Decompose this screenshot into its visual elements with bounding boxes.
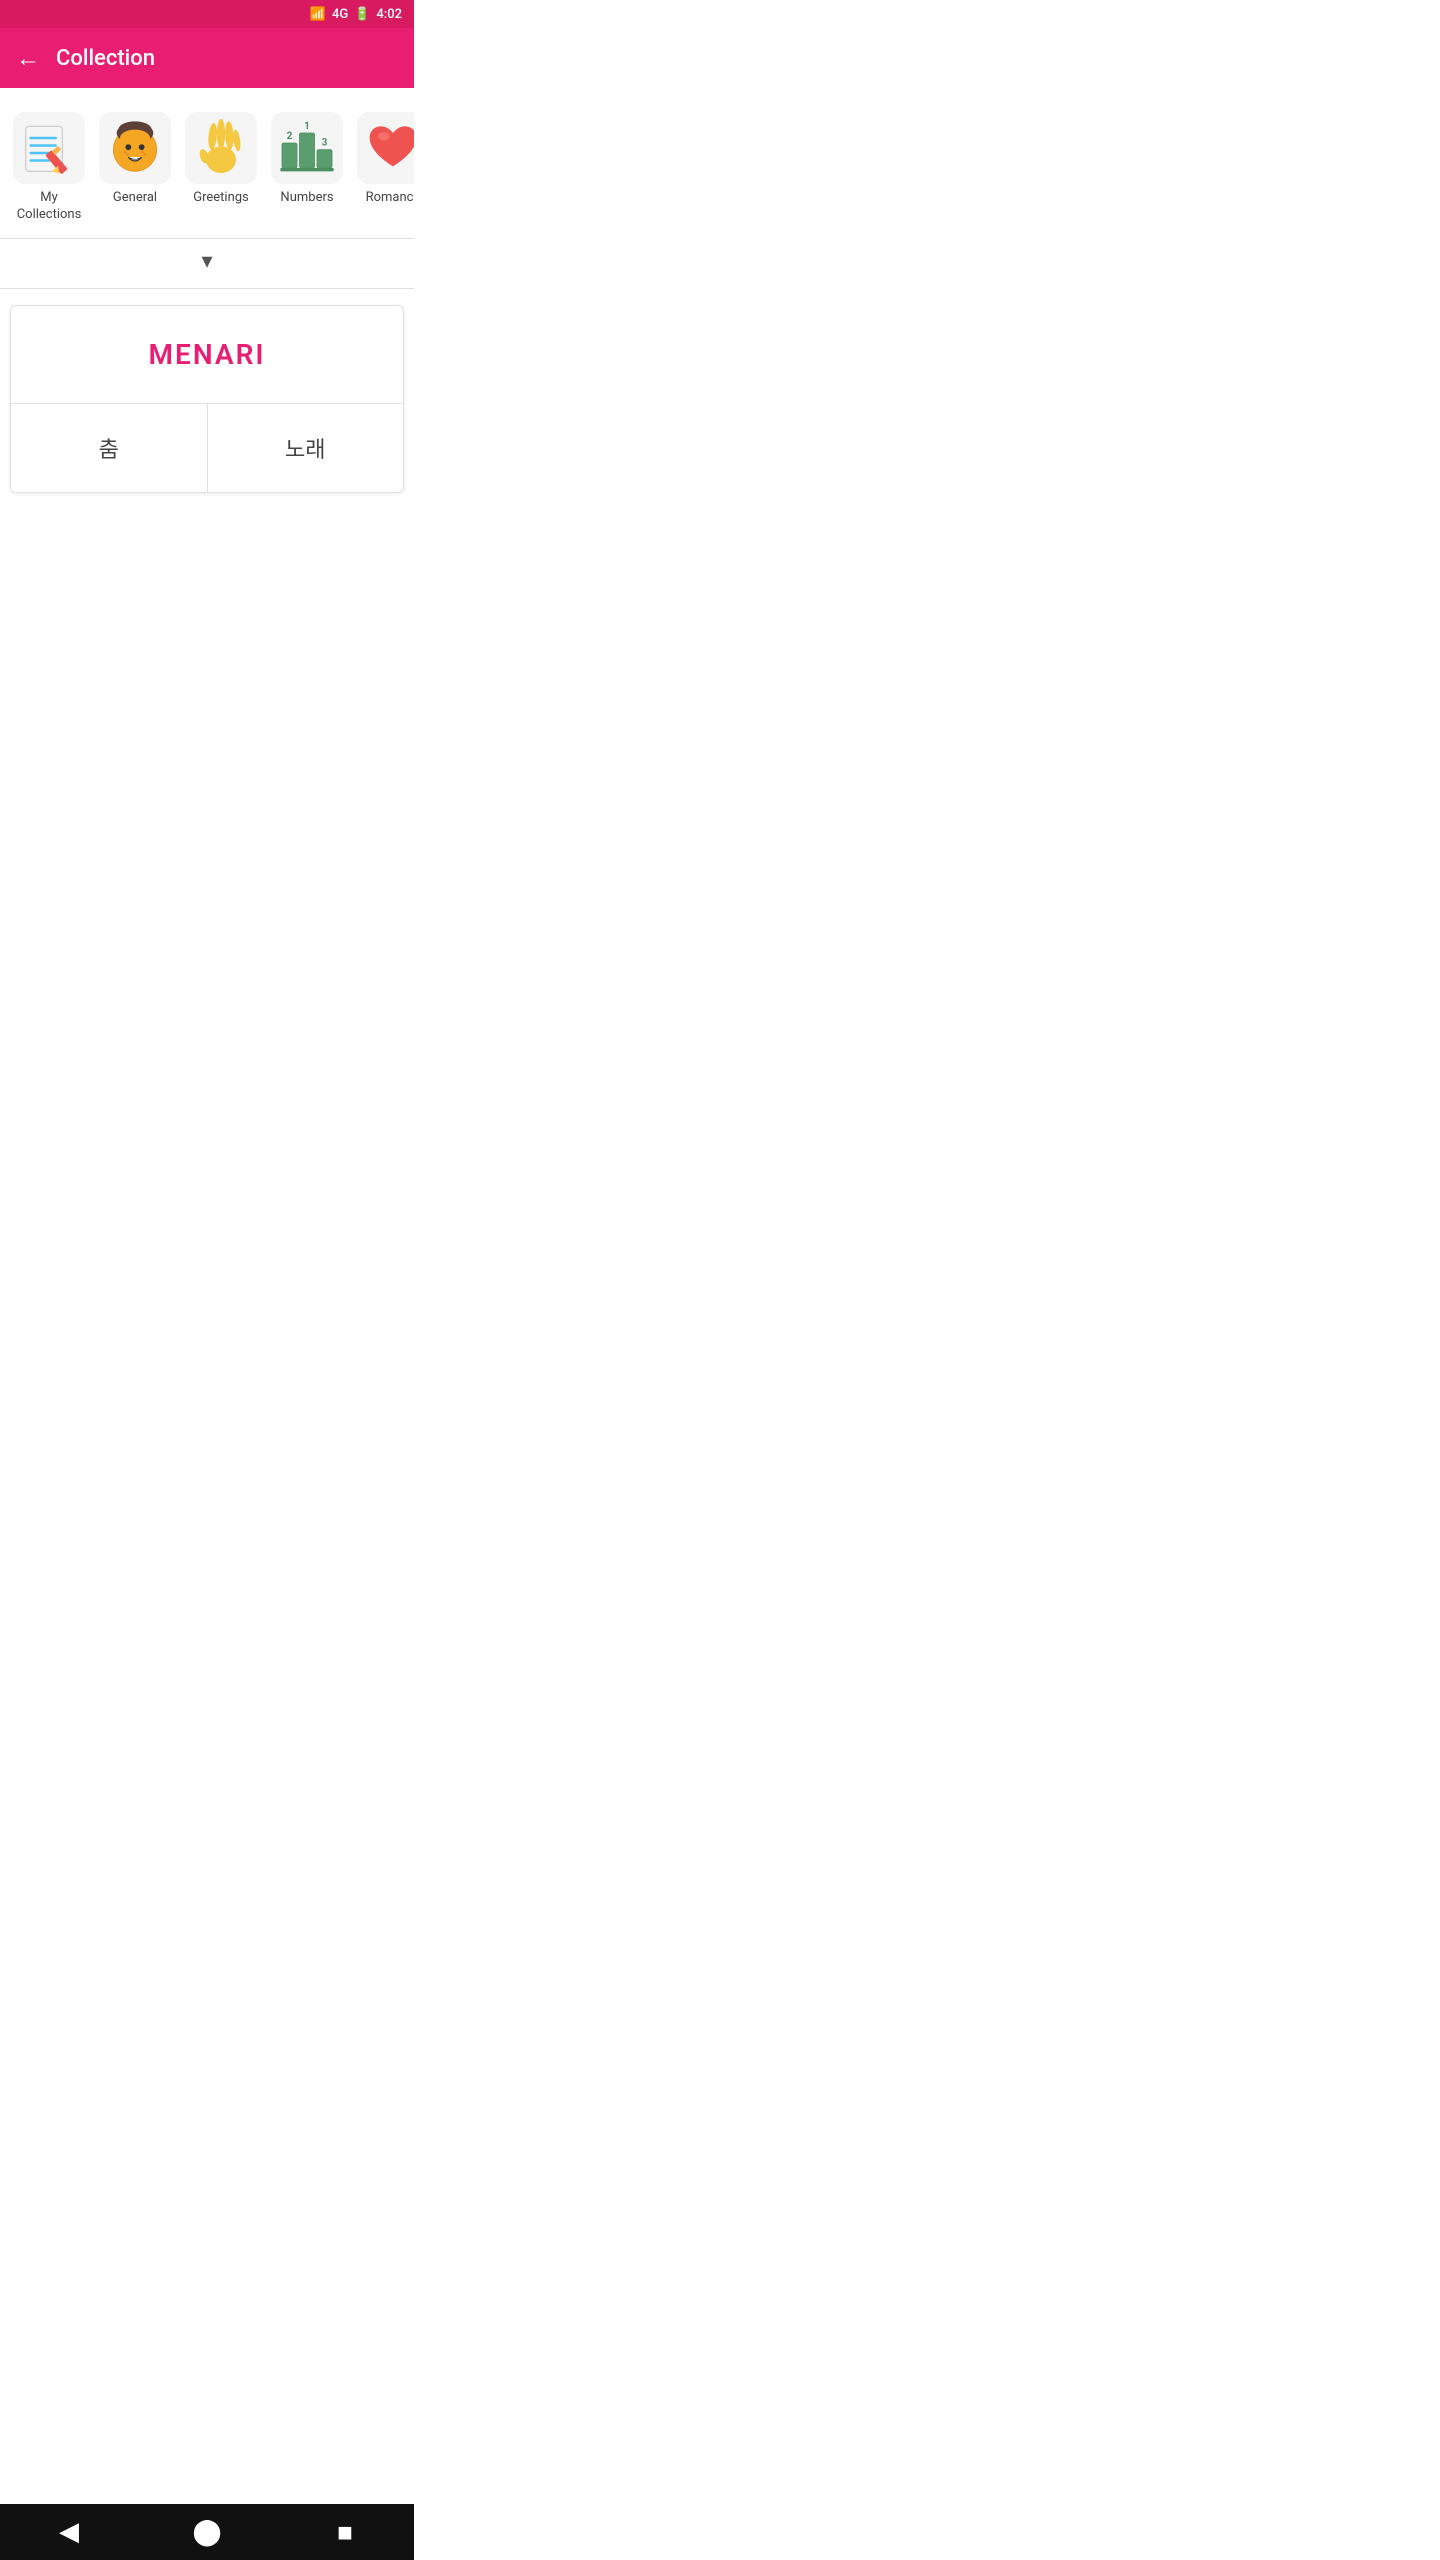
card-translations: 춤 노래 xyxy=(11,404,403,492)
category-label-numbers: Numbers xyxy=(280,190,333,207)
time-label: 4:02 xyxy=(376,7,402,22)
numbers-icon: 2 1 3 xyxy=(271,112,343,184)
translation-text-1: 노래 xyxy=(285,438,325,463)
category-scroll-area: My Collections xyxy=(0,88,414,239)
svg-text:3: 3 xyxy=(322,138,328,149)
category-item-general[interactable]: General xyxy=(94,108,176,211)
greetings-icon xyxy=(185,112,257,184)
svg-text:2: 2 xyxy=(287,131,293,142)
nav-recents-button[interactable]: ■ xyxy=(276,2517,414,2548)
translation-cell-1[interactable]: 노래 xyxy=(208,404,404,492)
nav-back-button[interactable]: ◀ xyxy=(0,2517,138,2547)
category-label-my-collections: My Collections xyxy=(12,190,86,224)
translation-text-0: 춤 xyxy=(99,438,119,463)
nav-recents-icon: ■ xyxy=(337,2517,353,2548)
card-word-row: MENARI xyxy=(11,306,403,404)
flashcard: MENARI 춤 노래 xyxy=(10,305,404,493)
app-bar: ← Collection xyxy=(0,28,414,88)
sim-icon: 📶 xyxy=(310,7,326,22)
battery-icon: 🔋 xyxy=(354,7,370,22)
category-label-greetings: Greetings xyxy=(193,190,249,207)
nav-home-button[interactable]: ⬤ xyxy=(138,2517,276,2547)
nav-back-icon: ◀ xyxy=(59,2517,79,2547)
card-word: MENARI xyxy=(149,338,266,371)
category-item-romance[interactable]: Romance xyxy=(352,108,414,211)
my-collections-icon xyxy=(13,112,85,184)
back-button[interactable]: ← xyxy=(16,46,40,70)
status-bar: 📶 4G 🔋 4:02 xyxy=(0,0,414,28)
category-item-numbers[interactable]: 2 1 3 Numbers xyxy=(266,108,348,211)
category-label-general: General xyxy=(113,190,157,207)
category-label-romance: Romance xyxy=(366,190,414,207)
category-list: My Collections xyxy=(8,108,406,228)
chevron-area: ▾ xyxy=(0,239,414,289)
category-item-my-collections[interactable]: My Collections xyxy=(8,108,90,228)
category-item-greetings[interactable]: Greetings xyxy=(180,108,262,211)
page-title: Collection xyxy=(56,46,155,71)
general-icon xyxy=(99,112,171,184)
bottom-nav: ◀ ⬤ ■ xyxy=(0,2504,414,2560)
network-label: 4G xyxy=(332,7,348,22)
svg-text:1: 1 xyxy=(304,121,310,132)
chevron-down-icon[interactable]: ▾ xyxy=(201,249,212,274)
nav-home-icon: ⬤ xyxy=(192,2517,221,2547)
romance-icon xyxy=(357,112,414,184)
translation-cell-0[interactable]: 춤 xyxy=(11,404,208,492)
